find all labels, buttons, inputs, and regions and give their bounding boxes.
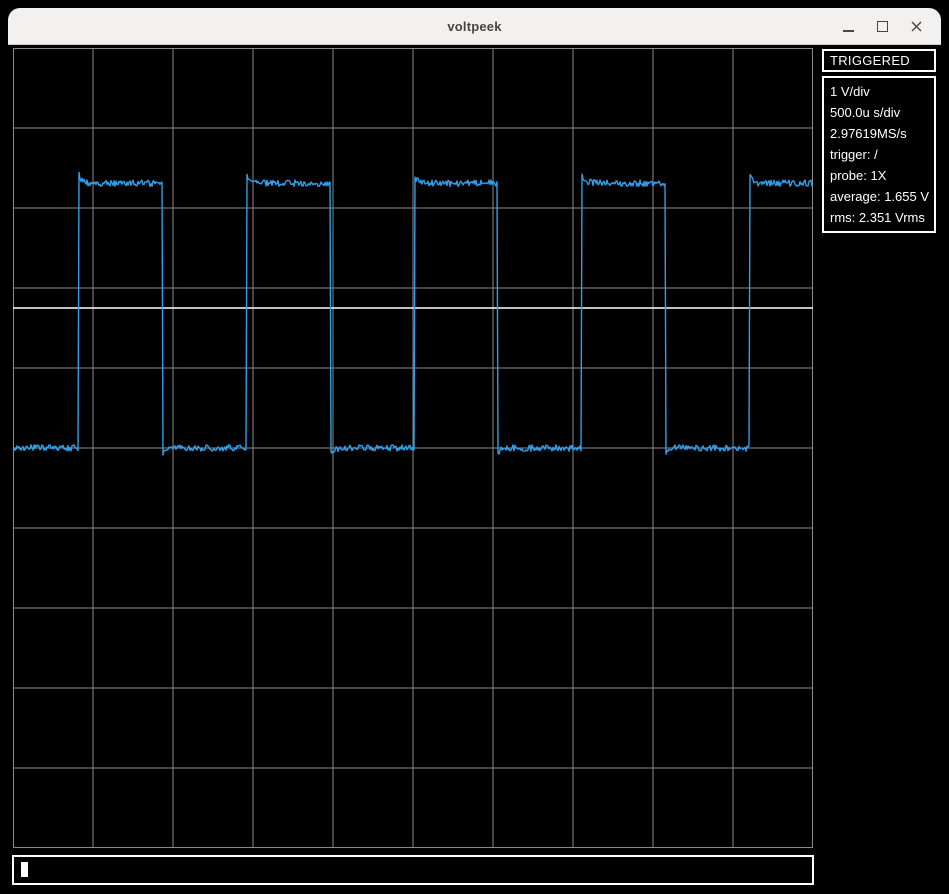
close-button[interactable]	[905, 15, 927, 37]
minimize-icon	[843, 30, 854, 32]
readout-probe: probe: 1X	[830, 165, 932, 186]
trigger-status-label: TRIGGERED	[830, 53, 910, 68]
desktop-background: voltpeek TRIGGERED	[0, 0, 949, 894]
readout-panel: 1 V/div 500.0u s/div 2.97619MS/s trigger…	[822, 76, 936, 233]
readout-sample-rate: 2.97619MS/s	[830, 123, 932, 144]
close-icon	[910, 20, 923, 33]
maximize-button[interactable]	[871, 15, 893, 37]
readout-time-per-div: 500.0u s/div	[830, 102, 932, 123]
window-controls	[837, 8, 927, 44]
acquisition-panel: TRIGGERED 1 V/div 500.0u s/div 2.97619MS…	[822, 49, 936, 233]
minimize-button[interactable]	[837, 15, 859, 37]
window-title: voltpeek	[447, 19, 501, 34]
trigger-status-badge: TRIGGERED	[822, 49, 936, 72]
oscilloscope-display	[13, 48, 813, 848]
command-input[interactable]	[12, 855, 814, 885]
readout-volts-per-div: 1 V/div	[830, 81, 932, 102]
readout-trigger-type: trigger: /	[830, 144, 932, 165]
readout-rms: rms: 2.351 Vrms	[830, 207, 932, 228]
text-cursor	[21, 862, 28, 877]
readout-average: average: 1.655 V	[830, 186, 932, 207]
maximize-icon	[877, 21, 888, 32]
titlebar[interactable]: voltpeek	[8, 8, 941, 45]
